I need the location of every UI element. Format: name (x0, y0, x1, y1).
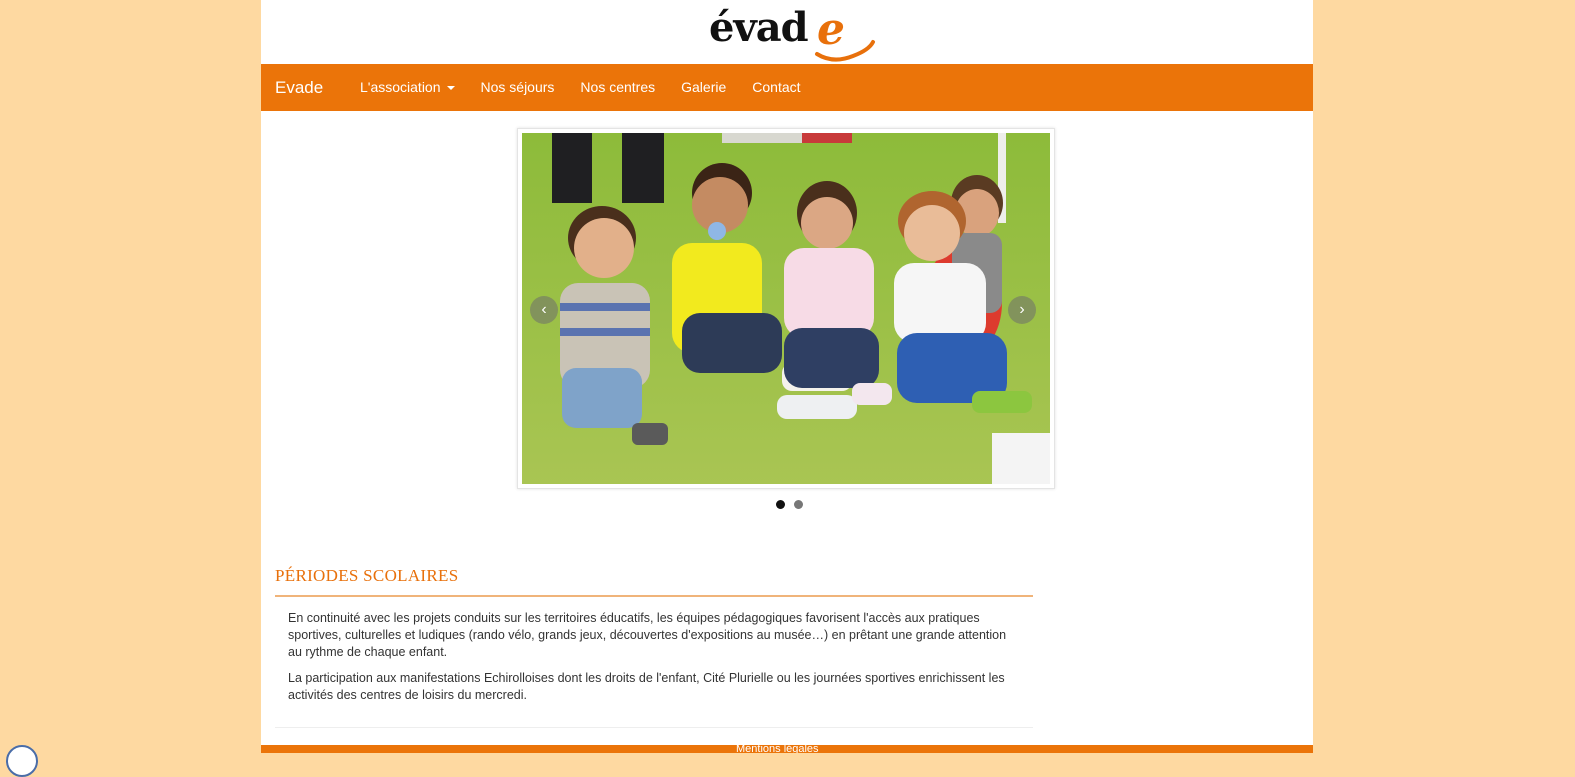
accessibility-widget-icon[interactable] (6, 745, 38, 777)
footer-bar: Mentions légales (261, 745, 1313, 753)
children-on-grass-photo (522, 133, 1050, 484)
nav-item-galerie[interactable]: Galerie (668, 64, 739, 111)
site-logo[interactable]: évad e (709, 4, 879, 62)
nav-item-sejours[interactable]: Nos séjours (468, 64, 568, 111)
carousel-next-button[interactable]: › (1008, 296, 1036, 324)
page-container: évad e Evade L'association Nos séjours N… (261, 0, 1313, 753)
main-navbar: Evade L'association Nos séjours Nos cent… (261, 64, 1313, 111)
chevron-right-icon: › (1019, 301, 1025, 318)
section-paragraph: En continuité avec les projets conduits … (288, 611, 1007, 659)
section-paragraph: La participation aux manifestations Echi… (288, 671, 1005, 702)
image-carousel: ‹ › (517, 128, 1055, 489)
carousel-prev-button[interactable]: ‹ (530, 296, 558, 324)
navbar-brand[interactable]: Evade (275, 78, 323, 98)
nav-item-association[interactable]: L'association (347, 64, 468, 111)
content-divider (275, 727, 1033, 728)
nav-item-centres[interactable]: Nos centres (567, 64, 668, 111)
section-title: PÉRIODES SCOLAIRES (275, 566, 459, 585)
logo-swoosh-icon (815, 40, 875, 62)
chevron-left-icon: ‹ (541, 301, 547, 318)
section-divider (275, 595, 1033, 597)
carousel-indicator-2[interactable] (794, 500, 803, 509)
nav-menu: L'association Nos séjours Nos centres Ga… (347, 64, 814, 111)
carousel-slide-photo (522, 133, 1050, 484)
nav-item-label: L'association (360, 79, 441, 95)
caret-down-icon (446, 85, 455, 90)
logo-text: évad (709, 4, 809, 51)
footer-link-mentions[interactable]: Mentions légales (736, 745, 819, 753)
carousel-indicator-1[interactable] (776, 500, 785, 509)
header: évad e (261, 0, 1313, 64)
carousel-indicators (776, 500, 803, 509)
nav-item-contact[interactable]: Contact (739, 64, 813, 111)
